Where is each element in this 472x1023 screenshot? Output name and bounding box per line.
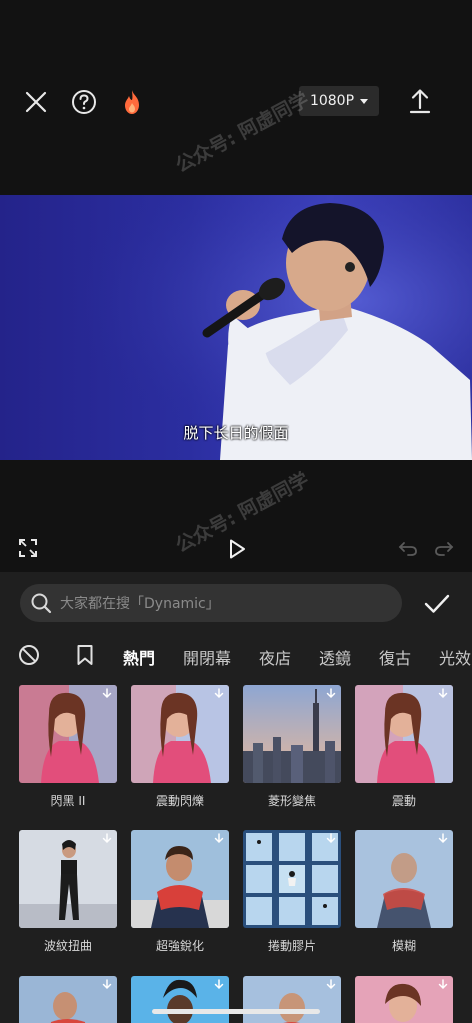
undo-button[interactable] <box>396 537 420 559</box>
close-icon <box>25 91 47 113</box>
effect-label: 波紋扭曲 <box>43 939 92 953</box>
download-icon <box>214 688 224 699</box>
effect-tile[interactable]: 閃黑 II <box>19 685 117 809</box>
resolution-label: 1080P <box>309 93 355 109</box>
redo-icon <box>435 542 454 556</box>
effect-label: 捲動膠片 <box>267 939 316 953</box>
download-icon <box>438 979 448 990</box>
tab-lens[interactable]: 透鏡 <box>319 645 351 669</box>
download-icon <box>326 979 336 990</box>
fullscreen-icon <box>19 539 37 557</box>
effect-thumbnail <box>131 976 229 1023</box>
download-icon <box>214 833 224 844</box>
effect-tile[interactable] <box>243 976 341 1023</box>
upload-icon <box>409 89 431 114</box>
play-icon <box>230 539 245 559</box>
download-icon <box>438 833 448 844</box>
effect-tile[interactable]: 超強銳化 <box>131 830 229 954</box>
export-button[interactable] <box>406 86 434 116</box>
search-input[interactable]: 大家都在搜「Dynamic」 <box>20 584 402 622</box>
download-icon <box>438 688 448 699</box>
close-button[interactable] <box>22 88 50 116</box>
fullscreen-button[interactable] <box>16 536 40 560</box>
play-button[interactable] <box>224 536 250 562</box>
prohibited-icon <box>19 645 39 665</box>
effect-label: 模糊 <box>391 939 416 953</box>
download-icon <box>102 688 112 699</box>
effect-thumbnail <box>131 685 229 783</box>
resolution-dropdown[interactable]: 1080P <box>299 86 379 116</box>
redo-button[interactable] <box>432 537 456 559</box>
effect-tile[interactable]: 模糊 <box>355 830 453 954</box>
effect-thumbnail <box>19 976 117 1023</box>
video-preview[interactable]: 脱下长日的假面 <box>0 195 472 460</box>
tab-hot[interactable]: 熱門 <box>123 645 155 669</box>
effect-tile[interactable]: 震動閃爍 <box>131 685 229 809</box>
effect-label: 震動 <box>391 794 416 808</box>
chevron-down-icon <box>360 98 369 104</box>
effect-thumbnail <box>131 830 229 928</box>
effect-thumbnail <box>19 685 117 783</box>
effect-tile[interactable]: 菱形變焦 <box>243 685 341 809</box>
bookmark-icon <box>77 645 93 665</box>
video-frame-image <box>0 195 472 460</box>
home-indicator[interactable] <box>152 1009 320 1014</box>
download-icon <box>102 979 112 990</box>
effect-tile[interactable]: 捲動膠片 <box>243 830 341 954</box>
effects-panel: 大家都在搜「Dynamic」 熱門 開閉幕 夜店 透鏡 復古 光效 閃黑 II … <box>0 572 472 1023</box>
effect-tile[interactable] <box>355 976 453 1023</box>
download-icon <box>214 979 224 990</box>
effect-thumbnail <box>355 976 453 1023</box>
effect-thumbnail <box>19 830 117 928</box>
effect-thumbnail <box>243 830 341 928</box>
download-icon <box>326 688 336 699</box>
effect-thumbnail <box>243 685 341 783</box>
effect-thumbnail <box>355 685 453 783</box>
effect-tile[interactable]: 震動 <box>355 685 453 809</box>
tab-light[interactable]: 光效 <box>439 645 471 669</box>
effect-label: 震動閃爍 <box>155 794 204 808</box>
subtitle-text: 脱下长日的假面 <box>183 424 289 442</box>
effect-label: 菱形變焦 <box>267 794 316 808</box>
effect-label: 閃黑 II <box>50 794 86 808</box>
search-placeholder: 大家都在搜「Dynamic」 <box>60 596 220 612</box>
check-icon <box>424 594 450 613</box>
search-icon <box>31 593 52 614</box>
download-icon <box>102 833 112 844</box>
help-button[interactable] <box>70 88 98 116</box>
pro-fire-button[interactable] <box>118 87 146 117</box>
effect-tile[interactable] <box>131 976 229 1023</box>
help-icon <box>72 90 96 114</box>
top-toolbar: 1080P <box>0 0 472 195</box>
undo-icon <box>398 542 417 556</box>
effect-thumbnail <box>243 976 341 1023</box>
download-icon <box>326 833 336 844</box>
favorites-button[interactable] <box>72 642 98 668</box>
effect-tile[interactable]: 波紋扭曲 <box>19 830 117 954</box>
tab-retro[interactable]: 復古 <box>379 645 411 669</box>
confirm-button[interactable] <box>422 590 452 618</box>
effect-label: 超強銳化 <box>155 939 204 953</box>
fire-icon <box>125 90 139 114</box>
tab-nightclub[interactable]: 夜店 <box>259 645 291 669</box>
category-tabs: 熱門 開閉幕 夜店 透鏡 復古 光效 <box>0 636 472 676</box>
effect-tile[interactable] <box>19 976 117 1023</box>
effect-thumbnail <box>355 830 453 928</box>
tab-open-close[interactable]: 開閉幕 <box>183 645 231 669</box>
no-effect-button[interactable] <box>16 642 42 668</box>
